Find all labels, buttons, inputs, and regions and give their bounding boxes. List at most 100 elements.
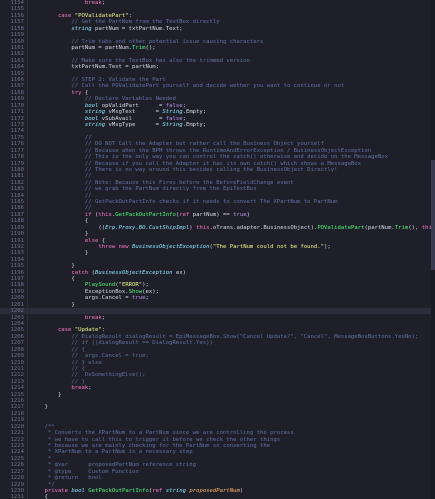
code-line[interactable]: 1223 * because we are mainly checking fo… (0, 443, 435, 449)
code-line[interactable]: 1187 if (this.GetPackOutPartInfo(ref par… (0, 212, 435, 218)
code-line[interactable]: 1184 // (0, 193, 435, 199)
code-line[interactable]: 1197 { (0, 276, 435, 282)
code-line[interactable]: 1213 // } (0, 379, 435, 385)
code-text[interactable]: // (31, 205, 92, 211)
code-line[interactable]: 1217 } (0, 404, 435, 410)
code-text[interactable]: // Declare Variables Needed (31, 96, 176, 102)
code-text[interactable]: ExceptionBox.Show(ex); (31, 289, 159, 295)
code-text[interactable]: // Make sure the TextBox has also the tr… (31, 58, 250, 64)
code-line[interactable]: 1154 break; (0, 0, 435, 6)
code-text[interactable]: // (31, 193, 92, 199)
code-text[interactable]: break; (31, 0, 105, 6)
scrollbar-thumb[interactable] (431, 160, 435, 270)
code-text[interactable]: } (31, 263, 74, 269)
vertical-scrollbar[interactable] (431, 0, 435, 499)
code-line[interactable]: 1170 bool opValidPart = false; (0, 103, 435, 109)
code-line[interactable]: 1174 (0, 128, 435, 134)
code-text[interactable]: * Converts the XPartNum to a PartNum sin… (31, 430, 294, 436)
code-text[interactable]: // Because when the BPM throws the Runti… (31, 148, 371, 154)
code-line[interactable]: 1188 { (0, 218, 435, 224)
code-line[interactable]: 1229 */ (0, 482, 435, 488)
code-text[interactable]: else { (31, 238, 105, 244)
code-line[interactable]: 1172 bool vSubAvail = false; (0, 116, 435, 122)
code-line[interactable]: 1163 // Make sure the TextBox has also t… (0, 58, 435, 64)
code-line[interactable]: 1224 * XPartNum to a PartNum is a necess… (0, 449, 435, 455)
code-text[interactable]: */ (31, 482, 55, 488)
code-text[interactable]: txtPartNum.Text = partNum; (31, 64, 159, 70)
code-text[interactable]: // DO NOT Call the Adapter but rather ca… (31, 141, 324, 147)
code-text[interactable]: // This is the only way you can control … (31, 154, 388, 160)
code-line[interactable]: 1211 // { (0, 366, 435, 372)
code-text[interactable]: * @return bool (31, 475, 102, 481)
code-text[interactable]: string vMsgType = String.Empty; (31, 122, 206, 128)
code-text[interactable]: // GetPackOutPartInfo checks if it needs… (31, 199, 338, 205)
code-text[interactable]: break; (31, 385, 91, 391)
code-line[interactable]: 1169 // Declare Variables Needed (0, 96, 435, 102)
code-text[interactable]: throw new BusinessObjectException("The P… (31, 244, 330, 250)
code-line[interactable]: 1164 txtPartNum.Text = partNum; (0, 64, 435, 70)
code-text[interactable]: { (31, 276, 74, 282)
code-text[interactable]: * @var proposedPartNum reference string (31, 462, 196, 468)
code-text[interactable]: // Note: Because this Fires before the B… (31, 180, 294, 186)
code-line[interactable]: 1201 } (0, 302, 435, 308)
code-line[interactable]: 1225 * (0, 456, 435, 462)
code-line[interactable]: 1191 else { (0, 238, 435, 244)
code-line[interactable]: 1180 // There is no way around this besi… (0, 167, 435, 173)
code-text[interactable]: * (31, 456, 51, 462)
code-line[interactable]: 1168 try { (0, 90, 435, 96)
code-line[interactable]: 1200 args.Cancel = true; (0, 295, 435, 301)
code-line[interactable]: 1202 (0, 308, 435, 315)
code-text[interactable]: bool opValidPart = false; (31, 103, 186, 109)
code-line[interactable]: 1160 // Trim tabs and other potential is… (0, 39, 435, 45)
code-line[interactable]: 1226 * @var proposedPartNum reference st… (0, 462, 435, 468)
code-line[interactable]: 1185 // GetPackOutPartInfo checks if it … (0, 199, 435, 205)
code-text[interactable]: string partNum = txtPartNum.Text; (31, 26, 182, 32)
code-line[interactable]: 1218 (0, 411, 435, 417)
code-line[interactable]: 1171 string vMsgText = String.Empty; (0, 109, 435, 115)
code-line[interactable]: 1204 (0, 321, 435, 327)
code-text[interactable]: // There is no way around this besides c… (31, 167, 338, 173)
code-line[interactable]: 1181 // (0, 173, 435, 179)
code-line[interactable]: 1205 case "Update": (0, 327, 435, 333)
code-text[interactable]: ((Erp.Proxy.BO.CustShipImpl) this.oTrans… (31, 225, 435, 231)
code-text[interactable]: case "Update": (31, 327, 105, 333)
code-line[interactable]: 1228 * @return bool (0, 475, 435, 481)
code-line[interactable]: 1196 catch (BusinessObjectException ex) (0, 270, 435, 276)
code-line[interactable]: 1220 /** (0, 424, 435, 430)
code-text[interactable]: // args.Cancel = true; (31, 353, 148, 359)
code-text[interactable]: // we grab the PartNum directly from the… (31, 186, 257, 192)
code-text[interactable]: if (this.GetPackOutPartInfo(ref partNum)… (31, 212, 250, 218)
code-text[interactable]: partNum = partNum.Trim(); (31, 45, 155, 51)
code-text[interactable]: } (31, 392, 61, 398)
code-text[interactable]: // Because if you call the Adapter it ha… (31, 161, 361, 167)
code-text[interactable]: case "POValidatePart": (31, 13, 132, 19)
code-line[interactable]: 1156 case "POValidatePart": (0, 13, 435, 19)
code-line[interactable]: 1199 ExceptionBox.Show(ex); (0, 289, 435, 295)
code-text[interactable]: * @type Custom Function (31, 469, 139, 475)
code-text[interactable]: string vMsgText = String.Empty; (31, 109, 206, 115)
code-line[interactable]: 1192 throw new BusinessObjectException("… (0, 244, 435, 250)
code-line[interactable]: 1157 // Get the PartNum from the TextBox… (0, 19, 435, 25)
code-line[interactable]: 1206 // DialogResult dialogResult = EpiM… (0, 334, 435, 340)
code-line[interactable]: 1179 // Because if you call the Adapter … (0, 161, 435, 167)
code-line[interactable]: 1190 } (0, 231, 435, 237)
code-line[interactable]: 1177 // Because when the BPM throws the … (0, 148, 435, 154)
code-line[interactable]: 1161 partNum = partNum.Trim(); (0, 45, 435, 51)
code-text[interactable]: private bool GetPackOutPartInfo(ref stri… (31, 488, 243, 494)
code-editor[interactable]: 1154 break; 1155 1156 case "POValidatePart… (0, 0, 435, 499)
code-text[interactable]: // DialogResult dialogResult = EpiMessag… (31, 334, 418, 340)
code-text[interactable]: args.Cancel = true; (31, 295, 149, 301)
code-line[interactable]: 1166 // STEP 2: Validate the Part (0, 77, 435, 83)
code-text[interactable]: { (31, 494, 47, 499)
code-text[interactable]: // Trim tabs and other potential issue c… (31, 39, 263, 45)
code-text[interactable]: * because we are mainly checking for the… (31, 443, 270, 449)
code-text[interactable]: // } (31, 379, 84, 385)
code-line[interactable]: 1155 (0, 6, 435, 12)
code-text[interactable]: } (31, 231, 88, 237)
code-text[interactable]: // } else (31, 360, 101, 366)
code-line[interactable]: 1219 (0, 417, 435, 423)
code-line[interactable]: 1230 private bool GetPackOutPartInfo(ref… (0, 488, 435, 494)
code-text[interactable]: } (31, 404, 47, 410)
code-line[interactable]: 1176 // DO NOT Call the Adapter but rath… (0, 141, 435, 147)
code-line[interactable]: 1212 // DoSomethingElse(); (0, 372, 435, 378)
